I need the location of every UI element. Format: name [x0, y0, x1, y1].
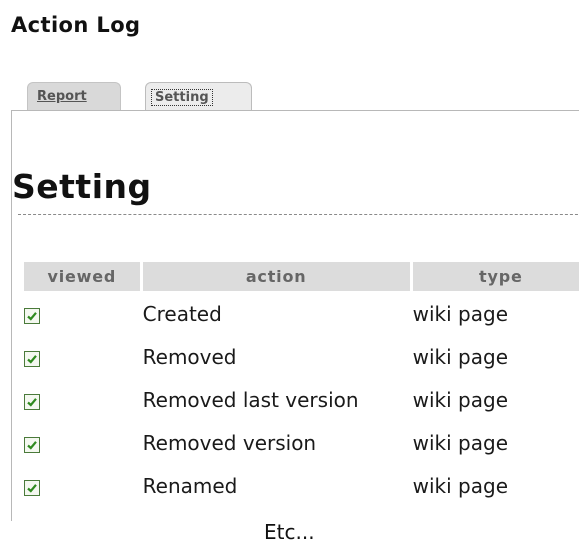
actions-table: viewed action type Created wiki page Rem…: [21, 259, 579, 509]
checkmark-icon: [27, 483, 37, 493]
column-header-action[interactable]: action: [142, 262, 410, 291]
settings-panel: Setting viewed action type Created wiki …: [11, 110, 579, 521]
tab-report-label: Report: [37, 89, 87, 104]
checkmark-icon: [27, 397, 37, 407]
type-cell: wiki page: [412, 466, 579, 506]
column-header-type[interactable]: type: [412, 262, 579, 291]
table-row: Removed version wiki page: [24, 423, 579, 463]
action-cell: Renamed: [142, 466, 410, 506]
section-heading: Setting: [12, 167, 152, 206]
viewed-cell: [24, 466, 140, 506]
action-cell: Removed: [142, 337, 410, 377]
type-cell: wiki page: [412, 294, 579, 334]
action-cell: Removed version: [142, 423, 410, 463]
viewed-checkbox[interactable]: [24, 393, 40, 410]
type-cell: wiki page: [412, 337, 579, 377]
type-cell: wiki page: [412, 380, 579, 420]
checkmark-icon: [27, 354, 37, 364]
viewed-checkbox[interactable]: [24, 350, 40, 367]
table-row: Removed wiki page: [24, 337, 579, 377]
viewed-checkbox[interactable]: [24, 479, 40, 496]
viewed-cell: [24, 294, 140, 334]
checkmark-icon: [27, 311, 37, 321]
tab-setting[interactable]: Setting: [145, 82, 252, 110]
table-header-row: viewed action type: [24, 262, 579, 291]
viewed-checkbox[interactable]: [24, 436, 40, 453]
viewed-cell: [24, 423, 140, 463]
footer-note: Etc...: [264, 520, 315, 544]
heading-divider: [18, 214, 579, 215]
table-row: Renamed wiki page: [24, 466, 579, 506]
table-row: Removed last version wiki page: [24, 380, 579, 420]
table-row: Created wiki page: [24, 294, 579, 334]
tab-setting-label: Setting: [151, 89, 213, 106]
viewed-cell: [24, 337, 140, 377]
viewed-cell: [24, 380, 140, 420]
type-cell: wiki page: [412, 423, 579, 463]
checkmark-icon: [27, 440, 37, 450]
action-cell: Created: [142, 294, 410, 334]
tab-report[interactable]: Report: [27, 82, 121, 110]
viewed-checkbox[interactable]: [24, 307, 40, 324]
column-header-viewed[interactable]: viewed: [24, 262, 140, 291]
page-title: Action Log: [11, 13, 141, 37]
action-cell: Removed last version: [142, 380, 410, 420]
